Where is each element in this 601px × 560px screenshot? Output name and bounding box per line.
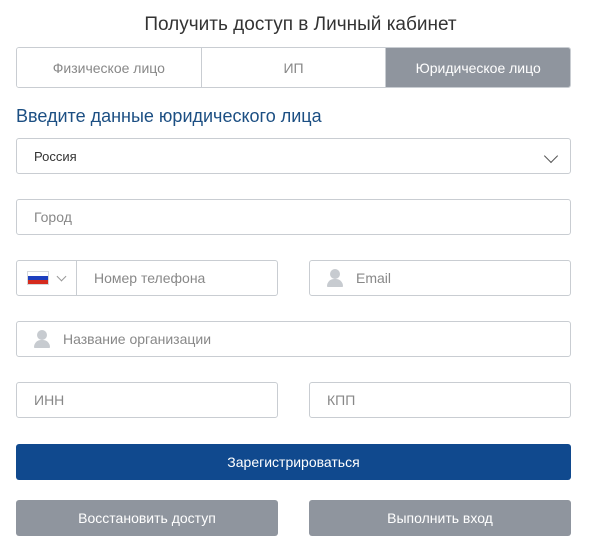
phone-placeholder: Номер телефона (94, 270, 206, 286)
form-subtitle: Введите данные юридического лица (16, 106, 322, 126)
email-placeholder: Email (356, 270, 392, 286)
country-value: Россия (34, 148, 77, 164)
chevron-down-icon (56, 271, 67, 281)
tab-individual[interactable]: Физическое лицо (17, 48, 201, 87)
page-title: Получить доступ в Личный кабинет (144, 14, 457, 35)
person-icon (33, 329, 51, 349)
kpp-input[interactable]: КПП (309, 382, 571, 418)
country-select[interactable]: Россия (16, 138, 571, 174)
inn-input[interactable]: ИНН (16, 382, 278, 418)
inn-placeholder: ИНН (34, 392, 65, 408)
restore-access-button[interactable]: Восстановить доступ (16, 500, 278, 536)
phone-country-select[interactable] (16, 260, 77, 296)
person-icon (326, 268, 344, 288)
login-button[interactable]: Выполнить вход (309, 500, 571, 536)
register-button[interactable]: Зарегистрироваться (16, 444, 571, 480)
organization-placeholder: Название организации (63, 331, 212, 347)
city-placeholder: Город (34, 209, 72, 225)
organization-name-input[interactable]: Название организации (16, 321, 571, 357)
tab-sole-proprietor[interactable]: ИП (200, 48, 386, 87)
chevron-down-icon (543, 148, 559, 164)
russia-flag-icon (27, 271, 49, 285)
phone-input[interactable]: Номер телефона (76, 260, 278, 296)
email-input[interactable]: Email (309, 260, 571, 296)
city-input[interactable]: Город (16, 199, 571, 235)
person-type-switch: Физическое лицо ИП Юридическое лицо (16, 47, 571, 88)
kpp-placeholder: КПП (327, 392, 356, 408)
tab-legal-entity[interactable]: Юридическое лицо (385, 48, 570, 87)
